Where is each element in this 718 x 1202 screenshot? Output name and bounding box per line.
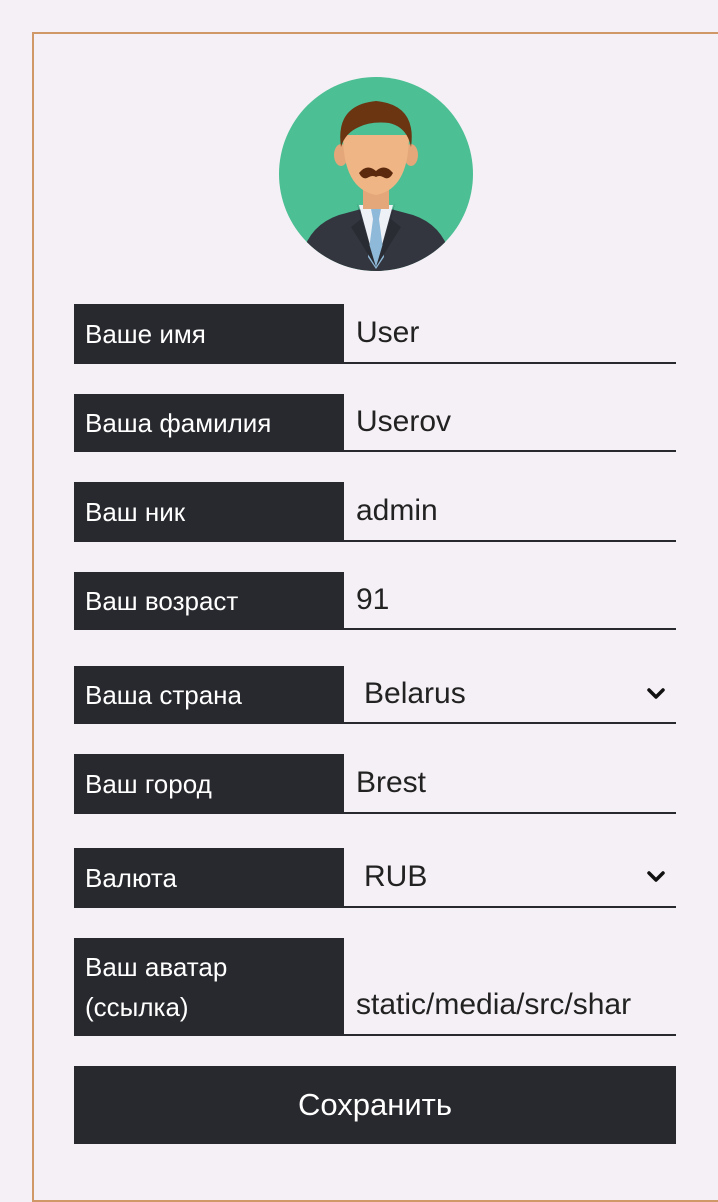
last-name-input[interactable]: Userov bbox=[344, 394, 676, 452]
city-row: Ваш город Brest bbox=[74, 754, 676, 814]
save-button[interactable]: Сохранить bbox=[74, 1066, 676, 1144]
first-name-row: Ваше имя User bbox=[74, 304, 676, 364]
country-label: Ваша страна bbox=[74, 666, 344, 724]
last-name-row: Ваша фамилия Userov bbox=[74, 394, 676, 452]
chevron-down-icon bbox=[647, 871, 665, 882]
first-name-input[interactable]: User bbox=[344, 304, 676, 364]
currency-row: Валюта RUB bbox=[74, 848, 676, 908]
city-label: Ваш город bbox=[74, 754, 344, 814]
age-row: Ваш возраст 91 bbox=[74, 572, 676, 630]
currency-label: Валюта bbox=[74, 848, 344, 908]
first-name-label: Ваше имя bbox=[74, 304, 344, 364]
country-value: Belarus bbox=[364, 677, 466, 710]
age-input[interactable]: 91 bbox=[344, 572, 676, 630]
city-input[interactable]: Brest bbox=[344, 754, 676, 814]
avatar-url-label: Ваш аватар (ссылка) bbox=[74, 938, 344, 1036]
nickname-label: Ваш ник bbox=[74, 482, 344, 542]
avatar-url-row: Ваш аватар (ссылка) static/media/src/sha… bbox=[74, 938, 676, 1036]
nickname-input[interactable]: admin bbox=[344, 482, 676, 542]
country-row: Ваша страна Belarus bbox=[74, 666, 676, 724]
country-select[interactable]: Belarus bbox=[344, 666, 676, 724]
currency-value: RUB bbox=[364, 860, 428, 893]
user-avatar-icon bbox=[279, 77, 473, 271]
avatar-url-label-line2: (ссылка) bbox=[85, 992, 189, 1022]
nickname-row: Ваш ник admin bbox=[74, 482, 676, 542]
avatar-url-input[interactable]: static/media/src/shar bbox=[344, 938, 676, 1036]
chevron-down-icon bbox=[647, 688, 665, 699]
last-name-label: Ваша фамилия bbox=[74, 394, 344, 452]
age-label: Ваш возраст bbox=[74, 572, 344, 630]
avatar-url-label-line1: Ваш аватар bbox=[85, 952, 228, 982]
currency-select[interactable]: RUB bbox=[344, 848, 676, 908]
